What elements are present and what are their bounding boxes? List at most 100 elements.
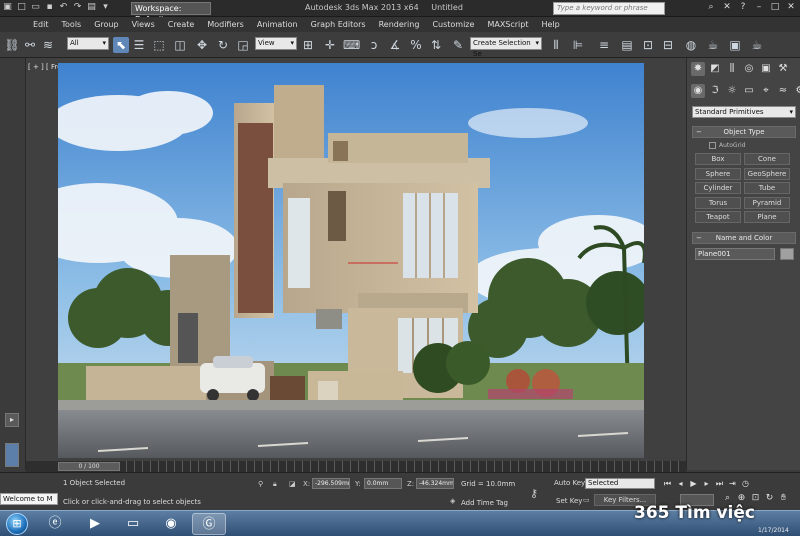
maxscript-listener[interactable]: Welcome to M (0, 493, 58, 505)
lock-selection-icon[interactable]: 🔒︎ (273, 480, 277, 489)
shapes-icon[interactable]: ℑ (708, 84, 722, 98)
graphite-ribbon-icon[interactable]: ▤ (619, 37, 635, 53)
zoom-extents-icon[interactable]: ⊡ (750, 493, 761, 503)
pan-icon[interactable]: ✋︎ (778, 493, 789, 503)
redo-icon[interactable]: ↷ (72, 2, 83, 13)
menu-tools[interactable]: Tools (62, 20, 82, 29)
mirror-icon[interactable]: ⫴ (548, 37, 564, 53)
select-and-move-icon[interactable]: ✥ (194, 37, 210, 53)
chrome-icon[interactable]: ◉ (154, 513, 188, 535)
help-icon[interactable]: ? (738, 2, 748, 12)
y-coordinate-field[interactable]: 0.0mm (364, 478, 402, 489)
track-bar[interactable] (126, 461, 686, 472)
geometry-icon[interactable]: ◉ (691, 84, 705, 98)
object-name-field[interactable]: Plane001 (695, 248, 775, 260)
key-mode-toggle-icon[interactable]: ⇥ (727, 478, 738, 489)
orbit-icon[interactable]: ↻ (764, 493, 775, 503)
select-and-scale-icon[interactable]: ◲ (235, 37, 251, 53)
exchange-icon[interactable]: ✕ (722, 2, 732, 12)
go-to-end-icon[interactable]: ⏭ (714, 478, 725, 489)
lights-icon[interactable]: ☼ (725, 84, 739, 98)
auto-key-button[interactable]: Auto Key (554, 479, 585, 487)
set-keys-icon[interactable]: ▭ (583, 496, 590, 504)
z-coordinate-field[interactable]: -46.324mm (416, 478, 454, 489)
menu-create[interactable]: Create (168, 20, 195, 29)
save-icon[interactable]: ▪ (44, 2, 55, 13)
geosphere-button[interactable]: GeoSphere (744, 168, 790, 180)
transform-mode-icon[interactable]: ◪ (289, 480, 296, 488)
menu-animation[interactable]: Animation (257, 20, 298, 29)
cylinder-button[interactable]: Cylinder (695, 182, 741, 194)
select-object-icon[interactable]: ⬉ (113, 37, 129, 53)
help-search-input[interactable]: Type a keyword or phrase (553, 2, 665, 15)
internet-explorer-icon[interactable]: ⓔ (38, 513, 72, 535)
cone-button[interactable]: Cone (744, 153, 790, 165)
key-mode-dropdown[interactable]: Selected (585, 478, 655, 489)
close-icon[interactable]: ✕ (786, 2, 796, 12)
percent-snap-icon[interactable]: % (408, 37, 424, 53)
selection-filter-dropdown[interactable]: All (67, 37, 109, 50)
pyramid-button[interactable]: Pyramid (744, 197, 790, 209)
bind-space-warp-icon[interactable]: ≋ (40, 37, 56, 53)
space-warps-icon[interactable]: ≈ (776, 84, 790, 98)
add-time-tag-button[interactable]: Add Time Tag (461, 499, 508, 507)
play-icon[interactable]: ▶ (688, 478, 699, 489)
search-icon[interactable]: ⌕ (706, 2, 716, 12)
undo-icon[interactable]: ↶ (58, 2, 69, 13)
file-explorer-icon[interactable]: ▭ (116, 513, 150, 535)
schematic-view-icon[interactable]: ⊟ (660, 37, 676, 53)
modify-tab-icon[interactable]: ◩ (708, 62, 722, 76)
next-frame-icon[interactable]: ▸ (701, 478, 712, 489)
menu-edit[interactable]: Edit (33, 20, 49, 29)
select-and-link-icon[interactable]: ⛓ (4, 37, 20, 53)
set-key-button[interactable]: Set Key (556, 497, 582, 505)
sphere-button[interactable]: Sphere (695, 168, 741, 180)
time-slider[interactable]: 0 / 100 (58, 462, 120, 471)
layer-manager-icon[interactable]: ≡ (596, 37, 612, 53)
viewport-layout-icon[interactable]: ▸ (5, 413, 19, 427)
zoom-all-icon[interactable]: ⊕ (736, 493, 747, 503)
maximize-icon[interactable]: □ (770, 2, 780, 12)
snaps-toggle-icon[interactable]: ↄ (366, 37, 382, 53)
zoom-icon[interactable]: ⌕ (722, 493, 733, 503)
open-file-icon[interactable]: ▭ (30, 2, 41, 13)
primitive-category-dropdown[interactable]: Standard Primitives (692, 106, 796, 118)
align-icon[interactable]: ⊫ (570, 37, 586, 53)
pivot-center-icon[interactable]: ⊞ (300, 37, 316, 53)
name-and-color-rollout[interactable]: Name and Color (692, 232, 796, 244)
media-player-icon[interactable]: ▶ (78, 513, 112, 535)
motion-tab-icon[interactable]: ◎ (742, 62, 756, 76)
rendered-frame-window-icon[interactable]: ▣ (727, 37, 743, 53)
viewport-render[interactable] (58, 63, 644, 458)
named-selection-dropdown[interactable]: Create Selection Se (470, 37, 542, 58)
edit-named-selection-icon[interactable]: ✎ (450, 37, 466, 53)
minimize-viewport-icon[interactable] (5, 443, 19, 467)
render-production-icon[interactable]: ☕ (749, 37, 765, 53)
utilities-tab-icon[interactable]: ⚒ (776, 62, 790, 76)
3dsmax-taskbar-icon[interactable]: Ⓖ (192, 513, 226, 535)
menu-graph-editors[interactable]: Graph Editors (311, 20, 366, 29)
material-editor-icon[interactable]: ◍ (683, 37, 699, 53)
menu-rendering[interactable]: Rendering (379, 20, 420, 29)
workspace-dropdown[interactable]: Workspace: Default (131, 2, 211, 24)
helpers-icon[interactable]: ⌖ (759, 84, 773, 98)
app-menu-icon[interactable]: ▣ (2, 2, 13, 13)
menu-maxscript[interactable]: MAXScript (487, 20, 528, 29)
x-coordinate-field[interactable]: -296.509mm (312, 478, 350, 489)
spinner-snap-icon[interactable]: ⇅ (428, 37, 444, 53)
box-button[interactable]: Box (695, 153, 741, 165)
select-manipulate-icon[interactable]: ✛ (322, 37, 338, 53)
time-config-icon[interactable]: ◷ (740, 478, 751, 489)
keyboard-shortcut-icon[interactable]: ⌨ (343, 37, 360, 53)
select-by-name-icon[interactable]: ☰ (131, 37, 147, 53)
systems-icon[interactable]: ⚙ (793, 84, 800, 98)
render-setup-icon[interactable]: ☕ (705, 37, 721, 53)
start-button[interactable]: ⊞ (6, 513, 28, 535)
torus-button[interactable]: Torus (695, 197, 741, 209)
menu-views[interactable]: Views (132, 20, 155, 29)
checkbox-icon[interactable] (709, 142, 716, 149)
object-type-rollout[interactable]: Object Type (692, 126, 796, 138)
cameras-icon[interactable]: ▭ (742, 84, 756, 98)
create-tab-icon[interactable]: ✸ (691, 62, 705, 76)
plane-button[interactable]: Plane (744, 211, 790, 223)
